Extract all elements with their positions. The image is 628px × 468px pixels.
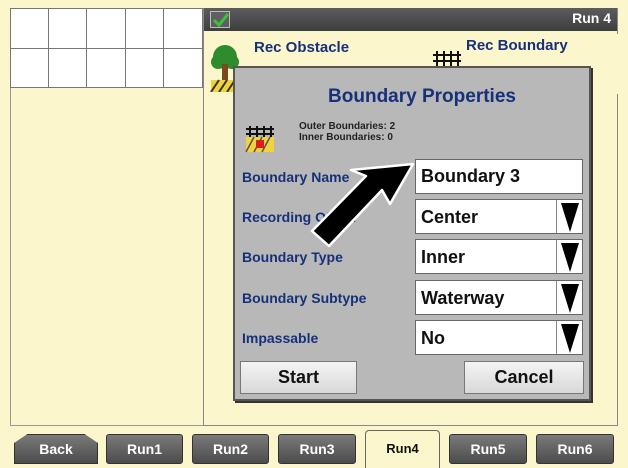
- title-bar: Run 4: [204, 8, 617, 31]
- boundary-subtype-dropdown[interactable]: Waterway: [415, 280, 583, 315]
- back-button[interactable]: Back: [14, 434, 98, 464]
- boundary-subtype-label: Boundary Subtype: [242, 290, 367, 306]
- check-icon[interactable]: [210, 11, 230, 28]
- recording-offset-dropdown[interactable]: Center: [415, 199, 583, 234]
- boundary-type-label: Boundary Type: [242, 249, 343, 265]
- recording-offset-label: Recording Offset: [242, 209, 356, 225]
- dropdown-arrow-icon[interactable]: [556, 321, 582, 354]
- boundary-type-value: Inner: [421, 247, 466, 267]
- boundary-properties-dialog: Boundary Properties Outer Boundaries: 2 …: [233, 66, 591, 401]
- tab-run3[interactable]: Run3: [278, 434, 356, 464]
- grid-cell[interactable]: [163, 9, 203, 48]
- dialog-title: Boundary Properties: [328, 86, 516, 107]
- start-button[interactable]: Start: [240, 361, 357, 394]
- grid-cell[interactable]: [87, 49, 126, 87]
- rec-obstacle-label: Rec Obstacle: [254, 39, 350, 56]
- tab-run1[interactable]: Run1: [106, 434, 183, 464]
- boundary-type-dropdown[interactable]: Inner: [415, 239, 583, 274]
- impassable-value: No: [421, 328, 445, 348]
- cancel-button[interactable]: Cancel: [464, 361, 584, 394]
- grid-cell[interactable]: [87, 9, 126, 48]
- tab-run5[interactable]: Run5: [449, 434, 527, 464]
- boundary-fence-icon: [245, 126, 274, 153]
- boundary-subtype-value: Waterway: [421, 288, 505, 308]
- grid-cell[interactable]: [125, 49, 164, 87]
- boundary-counts: Outer Boundaries: 2 Inner Boundaries: 0: [299, 121, 395, 143]
- tab-run4[interactable]: Run4: [365, 430, 440, 468]
- grid-cell[interactable]: [163, 49, 203, 87]
- recording-offset-value: Center: [421, 207, 479, 227]
- display-screen: Run 4 Rec Obstacle Rec Boundary Boundary…: [0, 0, 628, 468]
- tab-run6[interactable]: Run6: [536, 434, 614, 464]
- grid-cell[interactable]: [49, 9, 88, 48]
- tab-run2[interactable]: Run2: [192, 434, 269, 464]
- grid-cell[interactable]: [11, 9, 50, 48]
- dropdown-arrow-icon[interactable]: [556, 281, 582, 314]
- shortcut-grid: [10, 8, 203, 88]
- run-tab-bar: Back Run1 Run2 Run3 Run4 Run5 Run6: [0, 426, 628, 468]
- rec-boundary-label: Rec Boundary: [466, 37, 568, 54]
- inner-boundaries-count: Inner Boundaries: 0: [299, 132, 393, 143]
- impassable-dropdown[interactable]: No: [415, 320, 583, 355]
- dropdown-arrow-icon[interactable]: [556, 200, 582, 233]
- grid-cell[interactable]: [49, 49, 88, 87]
- boundary-name-value: Boundary 3: [421, 166, 521, 186]
- grid-cell[interactable]: [11, 49, 50, 87]
- fence-icon: [433, 51, 461, 66]
- outer-boundaries-count: Outer Boundaries: 2: [299, 121, 396, 132]
- dropdown-arrow-icon[interactable]: [556, 240, 582, 273]
- boundary-name-label: Boundary Name: [242, 169, 350, 185]
- grid-cell[interactable]: [125, 9, 164, 48]
- boundary-name-field[interactable]: Boundary 3: [415, 159, 583, 194]
- run-title: Run 4: [572, 10, 611, 26]
- left-panel: [10, 88, 203, 426]
- impassable-label: Impassable: [242, 330, 319, 346]
